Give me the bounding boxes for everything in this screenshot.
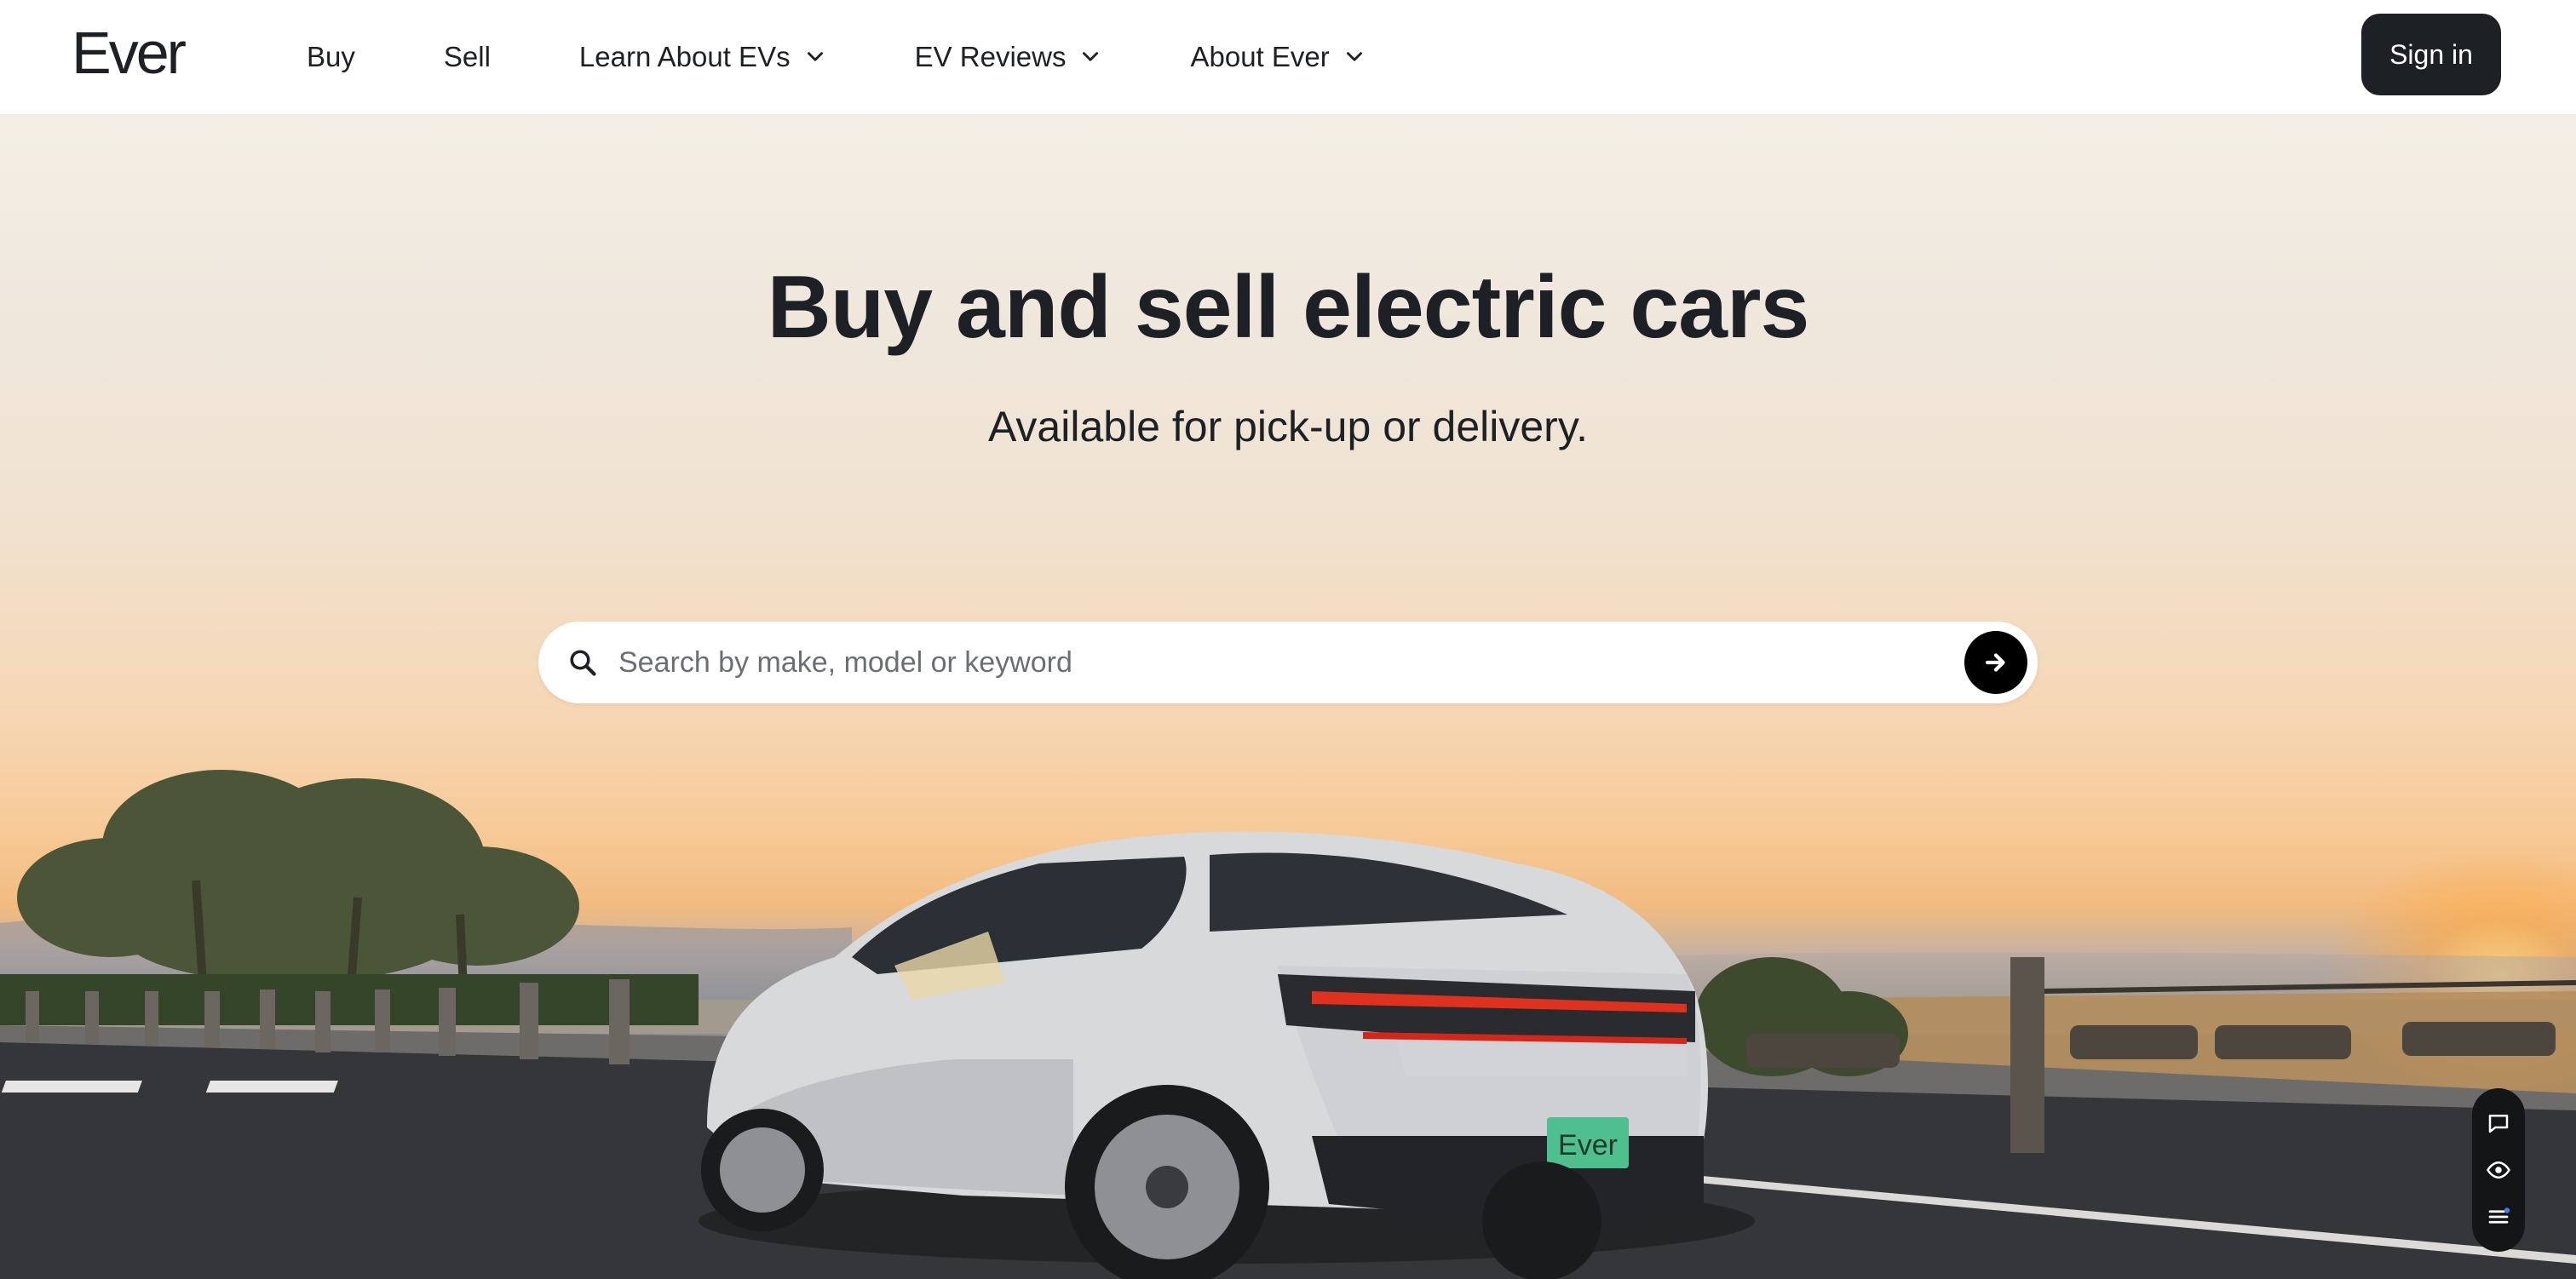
hero-subtitle: Available for pick-up or delivery. — [987, 403, 1589, 450]
nav-item-label: Sell — [443, 41, 491, 72]
nav-item-label: About Ever — [1190, 41, 1330, 72]
main-nav: Buy Sell Learn About EVs EV Reviews Abou… — [307, 0, 1454, 114]
nav-item-learn-about-evs[interactable]: Learn About EVs — [579, 41, 826, 73]
nav-item-sell[interactable]: Sell — [444, 41, 491, 73]
ever-logo[interactable]: Ever — [72, 19, 187, 87]
chat-bubble-icon[interactable] — [2486, 1110, 2511, 1136]
svg-text:Ever: Ever — [1558, 1129, 1618, 1161]
floating-widget-toolbar — [2472, 1088, 2525, 1252]
list-menu-icon[interactable] — [2486, 1204, 2511, 1230]
nav-item-ev-reviews[interactable]: EV Reviews — [915, 41, 1102, 73]
sign-in-button[interactable]: Sign in — [2361, 14, 2501, 95]
chevron-down-icon — [1083, 52, 1099, 61]
hero-section: Ever Buy and sell electric cars Availabl… — [0, 114, 2576, 1279]
search-input[interactable] — [618, 645, 1964, 680]
nav-item-buy[interactable]: Buy — [307, 41, 355, 73]
search-bar — [538, 622, 2038, 703]
nav-item-label: EV Reviews — [914, 41, 1067, 72]
eye-icon[interactable] — [2486, 1157, 2511, 1183]
chevron-down-icon — [807, 52, 823, 61]
arrow-right-icon — [1985, 653, 2005, 672]
chevron-down-icon — [1346, 52, 1362, 61]
nav-item-about-ever[interactable]: About Ever — [1190, 41, 1365, 73]
hero-title: Buy and sell electric cars — [767, 258, 1810, 357]
nav-item-label: Learn About EVs — [578, 41, 791, 72]
search-submit-button[interactable] — [1964, 631, 2027, 694]
car-illustration: Ever — [699, 831, 1755, 1279]
nav-item-label: Buy — [307, 41, 355, 72]
search-icon — [570, 650, 596, 676]
site-header: Ever Buy Sell Learn About EVs EV Reviews… — [0, 0, 2576, 114]
